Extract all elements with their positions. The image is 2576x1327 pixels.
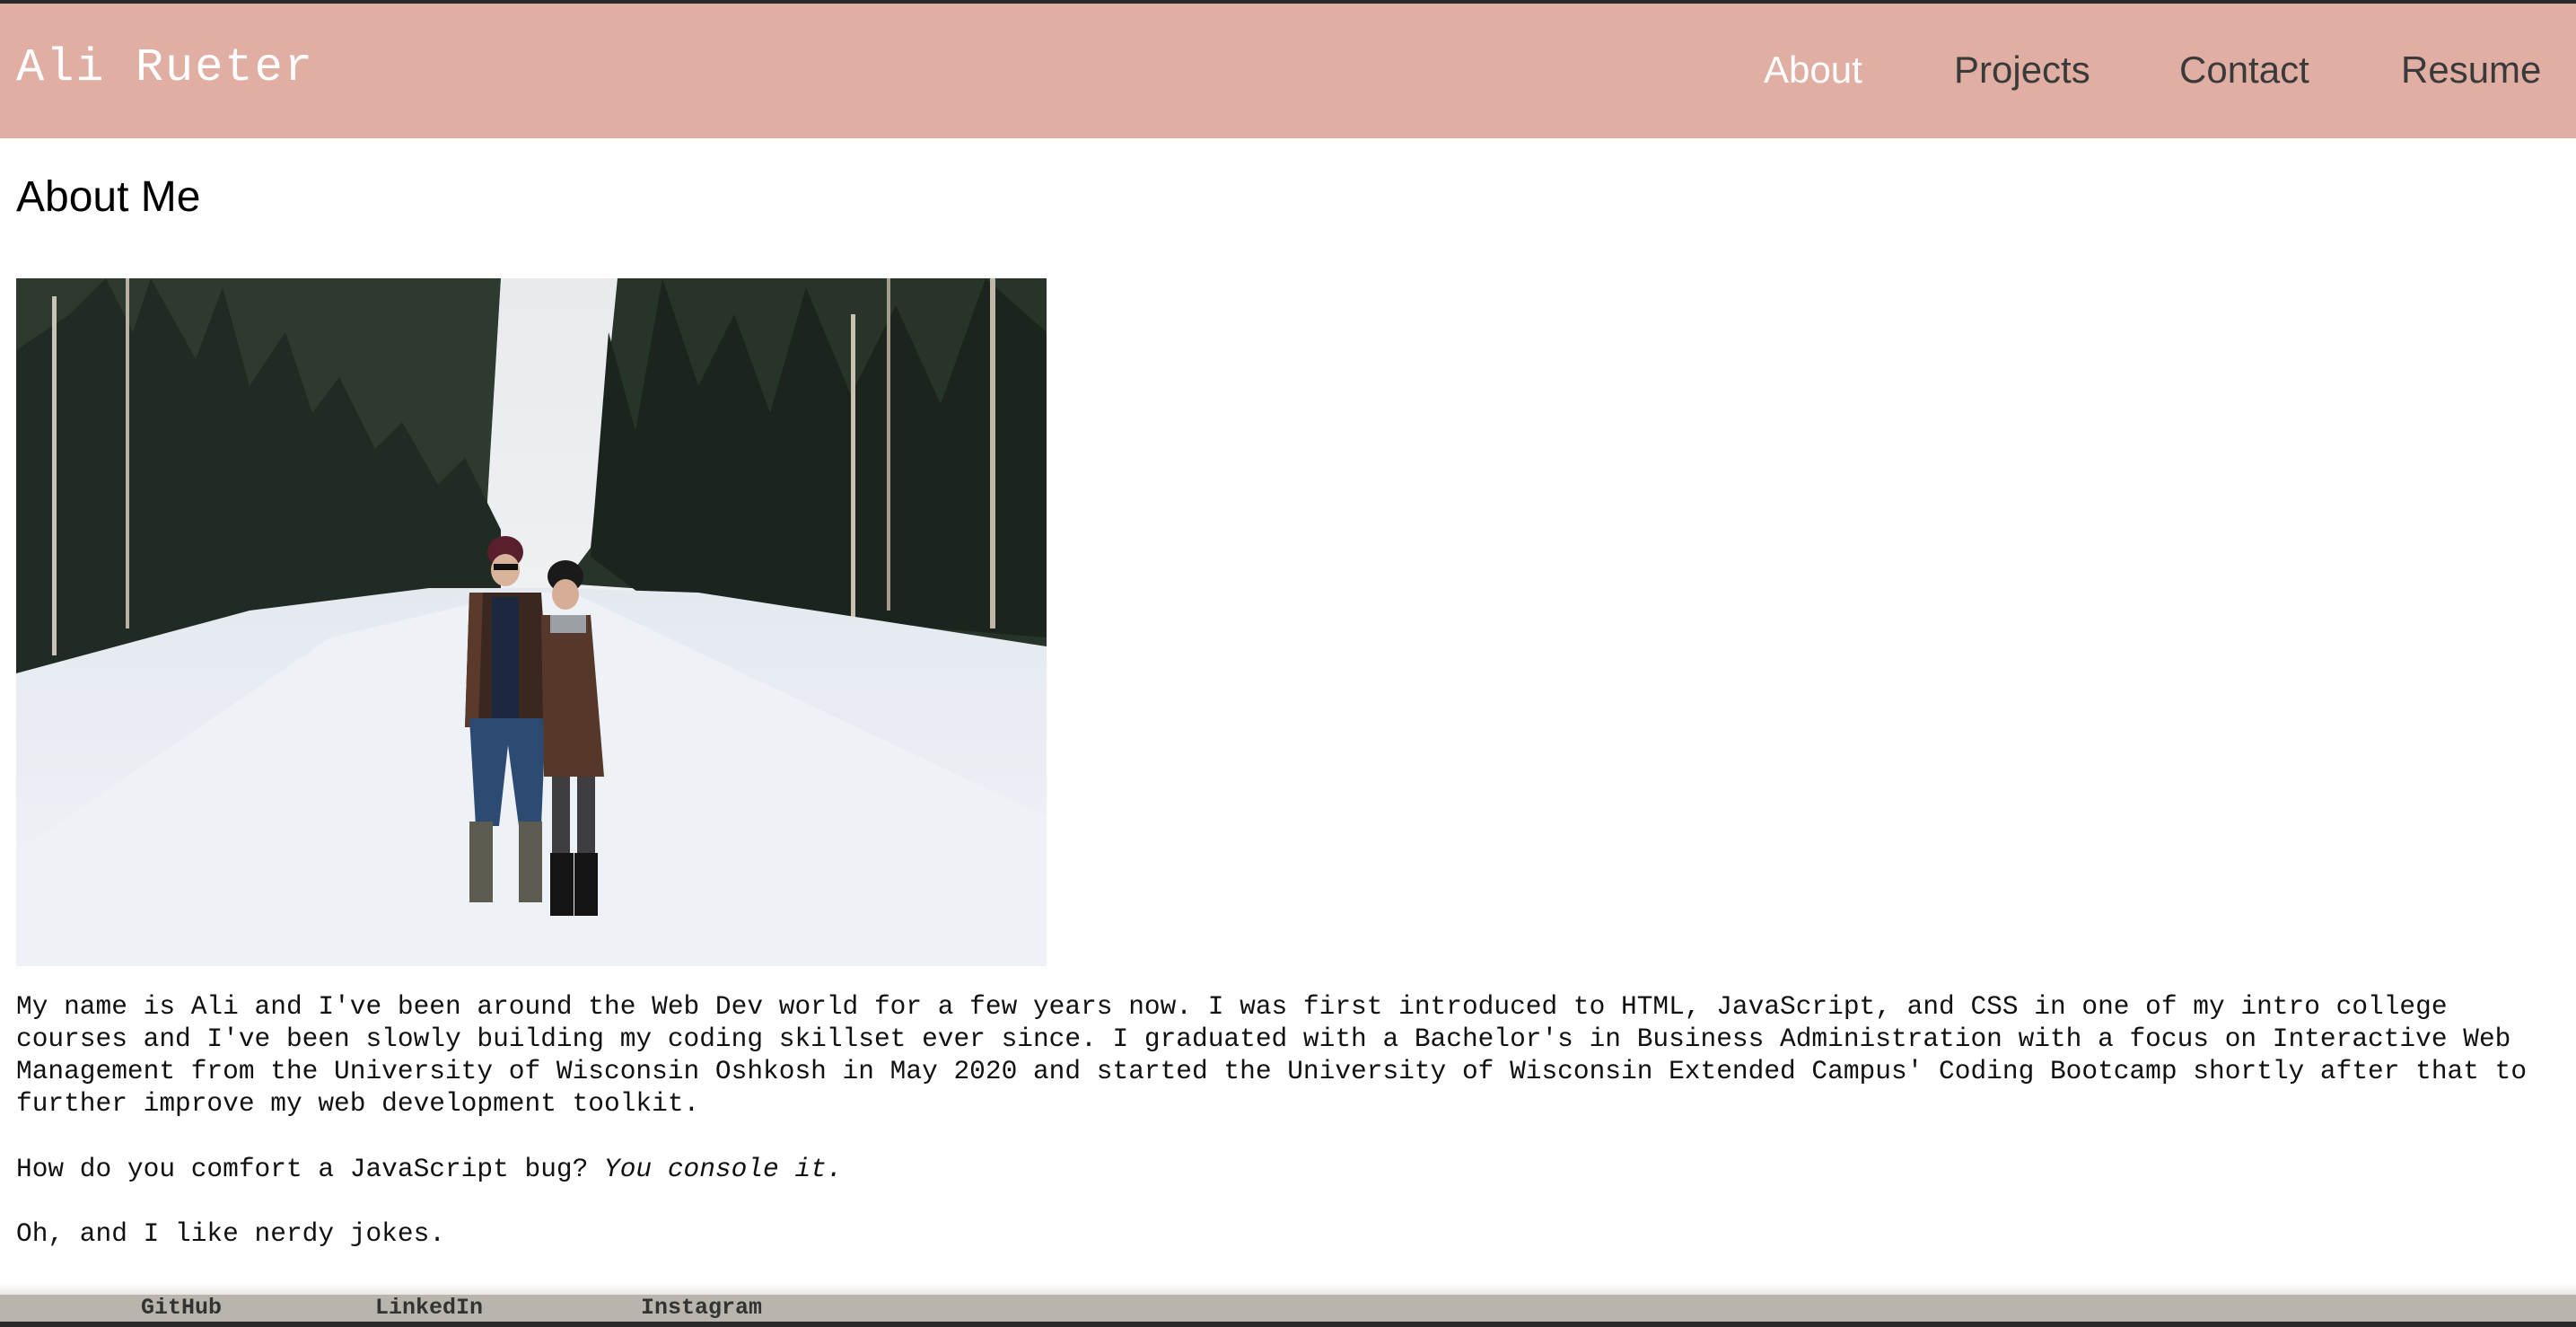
joke-answer: You console it. (604, 1154, 843, 1184)
nav-projects[interactable]: Projects (1954, 48, 2090, 92)
joke-question: How do you comfort a JavaScript bug? (16, 1154, 589, 1184)
profile-photo (16, 278, 1047, 966)
closing-line: Oh, and I like nerdy jokes. (16, 1218, 445, 1249)
joke-line: How do you comfort a JavaScript bug? You… (16, 1154, 843, 1184)
page-title: About Me (16, 173, 201, 221)
site-header: Ali Rueter About Projects Contact Resume (0, 4, 2576, 138)
site-footer: GitHub LinkedIn Instagram (0, 1295, 2576, 1322)
window-bottom-border (0, 1322, 2576, 1327)
footer-link-github[interactable]: GitHub (141, 1295, 222, 1322)
footer-link-linkedin[interactable]: LinkedIn (375, 1295, 483, 1322)
nav-resume[interactable]: Resume (2401, 48, 2541, 92)
site-title[interactable]: Ali Rueter (16, 41, 314, 94)
nav-about[interactable]: About (1764, 48, 1862, 92)
footer-shadow (0, 1284, 2576, 1295)
snowy-road-photo (16, 278, 1047, 966)
nav-contact[interactable]: Contact (2179, 48, 2309, 92)
bio-paragraph: My name is Ali and I've been around the … (16, 991, 2528, 1119)
footer-link-instagram[interactable]: Instagram (641, 1295, 762, 1322)
